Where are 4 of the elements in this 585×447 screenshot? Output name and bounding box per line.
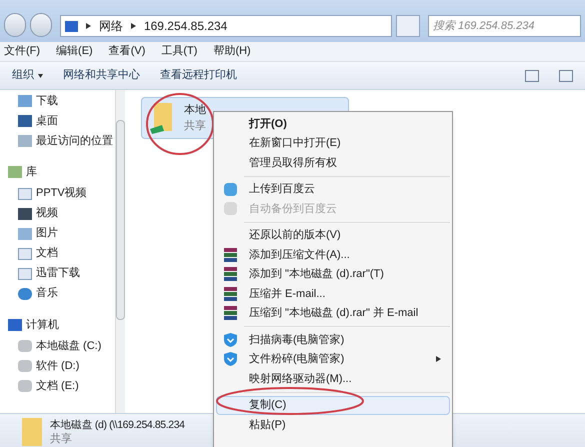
- folder-name: 本地: [184, 102, 206, 118]
- details-subtitle: 共享: [50, 432, 73, 446]
- details-name: 本地磁盘 (d) (\\169.254.85.234: [50, 418, 185, 432]
- folder-subtitle: 共享: [184, 118, 206, 134]
